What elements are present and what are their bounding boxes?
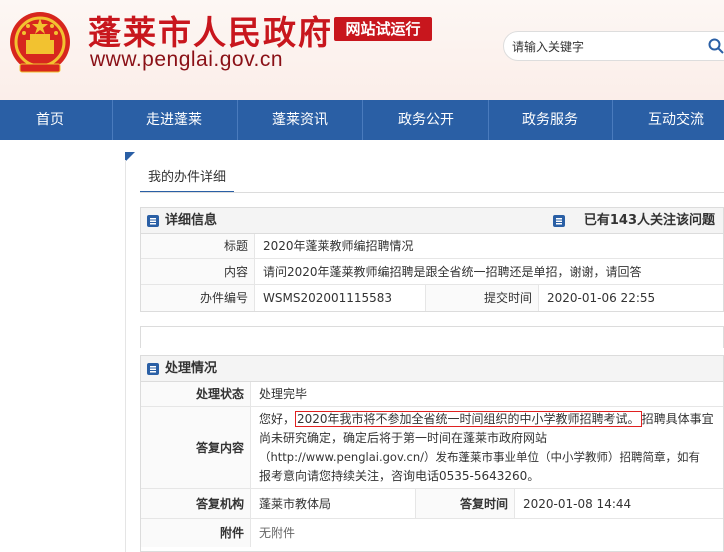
emblem-icon [10,12,70,73]
site-header: 蓬莱市人民政府 网站试运行 www.penglai.gov.cn [0,0,724,100]
spacer-box [140,326,724,348]
processing-section: 处理情况 处理状态 处理完毕 答复内容 您好， 2020年我市将不参加全省统一时间… [140,355,724,552]
content-label: 内容 [141,259,255,284]
processing-header: 处理情况 [141,356,723,382]
site-title: 蓬莱市人民政府 [88,13,333,52]
reply-time-value: 2020-01-08 14:44 [523,497,632,511]
reply-line-4: 报考意向请您持续关注，咨询电话0535-5643260。 [259,469,540,483]
details-section: 详细信息 已有143人关注该问题 标题 2020年蓬莱教师编招聘情况 内容 请问… [140,207,724,312]
nav-item-news[interactable]: 蓬莱资讯 [250,100,350,140]
nav-divider [237,100,238,140]
attach-row: 附件 无附件 [141,519,723,547]
nav-item-interaction[interactable]: 互动交流 [626,100,724,140]
detail-row-content: 内容 请问2020年蓬莱教师编招聘是跟全省统一招聘还是单招，谢谢，请回答 [141,259,723,285]
panel-border [125,160,126,552]
reply-line-2: 尚未研究确定，确定后将于第一时间在蓬莱市政府网站 [259,431,548,445]
nav-divider [612,100,613,140]
reply-content: 您好， 2020年我市将不参加全省统一时间组织的中小学教师招聘考试。 招聘具体事宜 … [251,410,723,486]
tab-divider [140,192,724,193]
processing-title: 处理情况 [165,361,218,376]
title-label: 标题 [141,234,255,258]
reply-time-label: 答复时间 [415,489,515,518]
nav-divider [488,100,489,140]
reply-rest: 招聘具体事宜 [641,412,714,426]
reply-greeting: 您好， [259,412,296,426]
nav-divider [112,100,113,140]
nav-item-services[interactable]: 政务服务 [500,100,600,140]
number-value: WSMS202001115583 [263,291,393,305]
details-header: 详细信息 已有143人关注该问题 [141,208,723,234]
nav-divider [362,100,363,140]
nav-item-about[interactable]: 走进蓬莱 [124,100,224,140]
nav-item-public[interactable]: 政务公开 [376,100,476,140]
tab-my-case-detail[interactable]: 我的办件详细 [140,165,235,193]
main-nav: 首页 走进蓬莱 蓬莱资讯 政务公开 政务服务 互动交流 [0,100,724,140]
org-label: 答复机构 [141,489,251,518]
title-value: 2020年蓬莱教师编招聘情况 [263,239,414,253]
search-box[interactable] [503,31,724,61]
content-value: 请问2020年蓬莱教师编招聘是跟全省统一招聘还是单招，谢谢，请回答 [263,265,642,279]
number-label: 办件编号 [141,285,255,311]
org-row: 答复机构 蓬莱市教体局 答复时间 2020-01-08 14:44 [141,489,723,519]
details-title: 详细信息 [165,213,218,228]
nav-item-home[interactable]: 首页 [0,100,100,140]
user-list-icon [553,215,565,227]
follow-count: 已有143人关注该问题 [583,213,715,228]
submit-value: 2020-01-06 22:55 [547,291,656,305]
status-value: 处理完毕 [259,387,308,401]
reply-line-3: （http://www.penglai.gov.cn/）发布蓬莱市事业单位（中小… [259,450,700,464]
status-row: 处理状态 处理完毕 [141,382,723,407]
org-value: 蓬莱市教体局 [259,497,332,511]
reply-row: 答复内容 您好， 2020年我市将不参加全省统一时间组织的中小学教师招聘考试。 招聘… [141,407,723,489]
site-url: www.penglai.gov.cn [90,48,284,71]
panel-corner-marker [125,152,135,162]
reply-label: 答复内容 [141,407,251,488]
detail-row-title: 标题 2020年蓬莱教师编招聘情况 [141,234,723,259]
attach-label: 附件 [141,519,251,547]
search-input[interactable] [512,36,692,58]
submit-label: 提交时间 [425,285,539,311]
trial-badge: 网站试运行 [334,17,432,41]
reply-highlight: 2020年我市将不参加全省统一时间组织的中小学教师招聘考试。 [295,411,642,427]
search-icon[interactable] [708,38,724,54]
list-icon [147,363,159,375]
detail-row-number: 办件编号 WSMS202001115583 提交时间 2020-01-06 22… [141,285,723,311]
status-label: 处理状态 [141,382,251,406]
list-icon [147,215,159,227]
attach-value: 无附件 [259,526,296,540]
